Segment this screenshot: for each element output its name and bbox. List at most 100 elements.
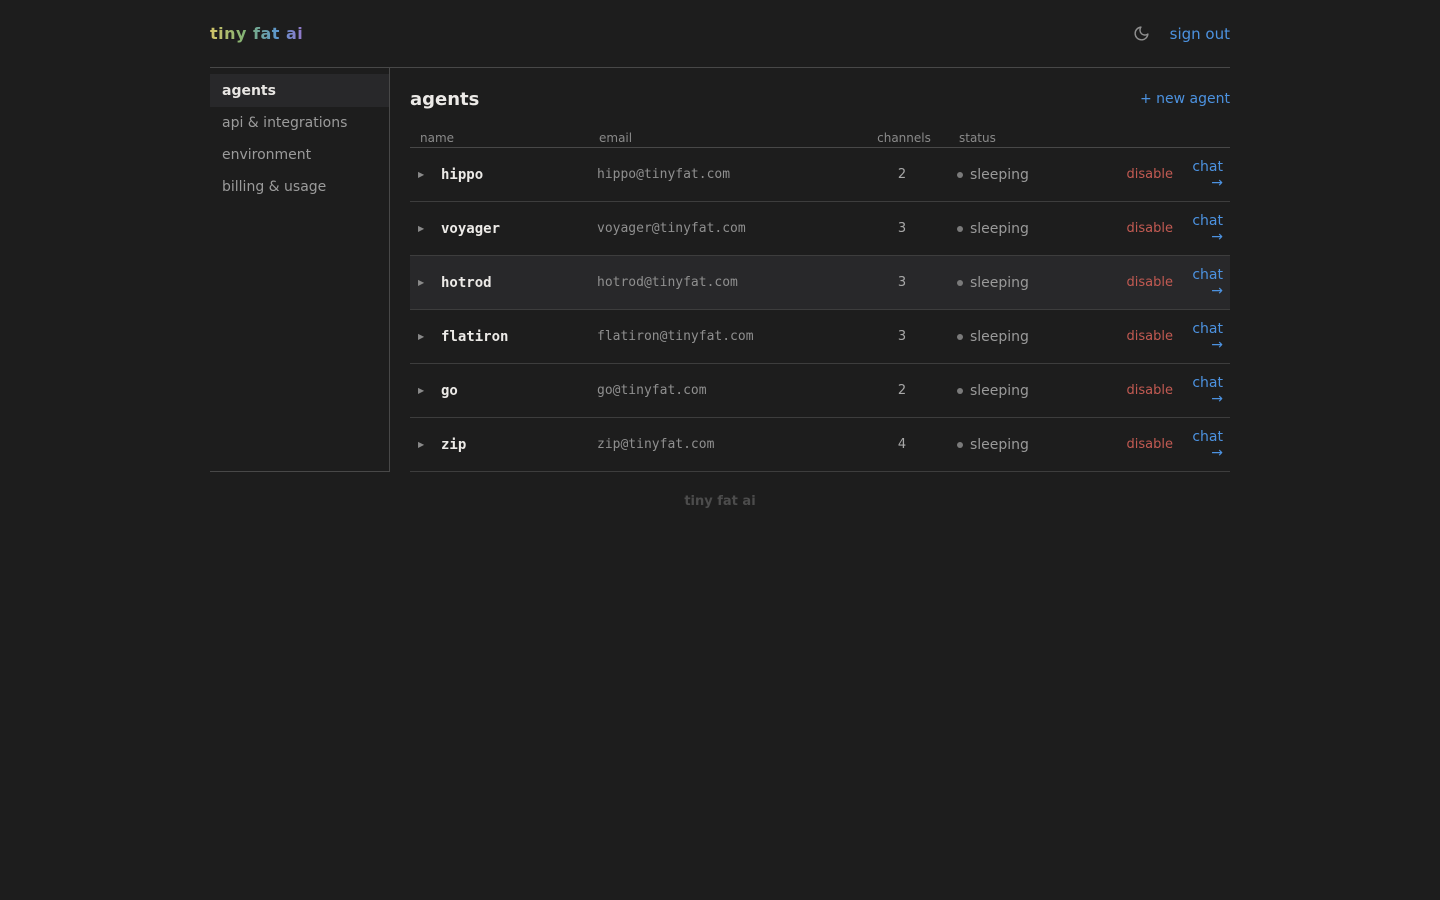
column-header-channels: channels <box>849 131 959 145</box>
chat-arrow-icon: → <box>1175 337 1223 353</box>
chat-link[interactable]: chat→ <box>1175 429 1223 461</box>
sign-out-link[interactable]: sign out <box>1170 25 1230 43</box>
status-label: sleeping <box>970 275 1029 291</box>
chat-arrow-icon: → <box>1175 391 1223 407</box>
table-body: ▶ hippo hippo@tinyfat.com 2 sleeping dis… <box>410 148 1230 472</box>
status-label: sleeping <box>970 221 1029 237</box>
chat-link[interactable]: chat→ <box>1175 159 1223 191</box>
agent-email: voyager@tinyfat.com <box>597 221 847 236</box>
agent-email: go@tinyfat.com <box>597 383 847 398</box>
agent-name: hotrod <box>441 275 597 291</box>
chat-label: chat <box>1192 267 1223 283</box>
table-row: ▶ hotrod hotrod@tinyfat.com 3 sleeping d… <box>410 256 1230 310</box>
page-container: tiny fat ai sign out agents api & integr… <box>210 0 1230 509</box>
agent-name: go <box>441 383 597 399</box>
agent-channels-count: 3 <box>847 275 957 290</box>
status-dot-icon <box>957 442 963 448</box>
expand-caret-icon[interactable]: ▶ <box>418 440 441 449</box>
moon-icon <box>1133 25 1150 42</box>
table-row: ▶ go go@tinyfat.com 2 sleeping disable c… <box>410 364 1230 418</box>
chat-link[interactable]: chat→ <box>1175 321 1223 353</box>
agent-channels-count: 4 <box>847 437 957 452</box>
agent-email: flatiron@tinyfat.com <box>597 329 847 344</box>
chat-arrow-icon: → <box>1175 175 1223 191</box>
theme-toggle-button[interactable] <box>1133 25 1150 42</box>
disable-button[interactable]: disable <box>1127 437 1173 452</box>
agent-email: hippo@tinyfat.com <box>597 167 847 182</box>
expand-caret-icon[interactable]: ▶ <box>418 170 441 179</box>
status-label: sleeping <box>970 329 1029 345</box>
chat-arrow-icon: → <box>1175 229 1223 245</box>
agent-status: sleeping <box>957 221 1115 237</box>
status-label: sleeping <box>970 437 1029 453</box>
table-row: ▶ hippo hippo@tinyfat.com 2 sleeping dis… <box>410 148 1230 202</box>
status-label: sleeping <box>970 383 1029 399</box>
sidebar-item-api-integrations[interactable]: api & integrations <box>210 107 389 139</box>
agent-email: zip@tinyfat.com <box>597 437 847 452</box>
expand-caret-icon[interactable]: ▶ <box>418 224 441 233</box>
agent-channels-count: 3 <box>847 329 957 344</box>
sidebar-item-agents[interactable]: agents <box>210 74 389 107</box>
agent-status: sleeping <box>957 437 1115 453</box>
status-dot-icon <box>957 226 963 232</box>
disable-button[interactable]: disable <box>1127 221 1173 236</box>
table-row: ▶ flatiron flatiron@tinyfat.com 3 sleepi… <box>410 310 1230 364</box>
agent-channels-count: 2 <box>847 167 957 182</box>
sidebar-item-label: agents <box>222 83 276 99</box>
sidebar-item-environment[interactable]: environment <box>210 139 389 171</box>
new-agent-button[interactable]: + new agent <box>1140 91 1230 107</box>
status-dot-icon <box>957 388 963 394</box>
table-header: name email channels status <box>410 128 1230 148</box>
top-bar-actions: sign out <box>1133 25 1230 43</box>
chat-label: chat <box>1192 159 1223 175</box>
sidebar-item-label: environment <box>222 147 311 163</box>
agent-status: sleeping <box>957 383 1115 399</box>
chat-link[interactable]: chat→ <box>1175 213 1223 245</box>
agent-channels-count: 2 <box>847 383 957 398</box>
sidebar-nav: agents api & integrations environment bi… <box>210 68 390 472</box>
expand-caret-icon[interactable]: ▶ <box>418 332 441 341</box>
agent-email: hotrod@tinyfat.com <box>597 275 847 290</box>
status-label: sleeping <box>970 167 1029 183</box>
status-dot-icon <box>957 280 963 286</box>
disable-button[interactable]: disable <box>1127 167 1173 182</box>
table-row: ▶ voyager voyager@tinyfat.com 3 sleeping… <box>410 202 1230 256</box>
agent-name: flatiron <box>441 329 597 345</box>
column-header-email: email <box>599 131 849 145</box>
brand-logo[interactable]: tiny fat ai <box>210 24 303 43</box>
chat-arrow-icon: → <box>1175 283 1223 299</box>
expand-caret-icon[interactable]: ▶ <box>418 386 441 395</box>
agent-name: hippo <box>441 167 597 183</box>
page-title: agents <box>410 89 479 110</box>
agent-name: voyager <box>441 221 597 237</box>
disable-button[interactable]: disable <box>1127 329 1173 344</box>
agent-name: zip <box>441 437 597 453</box>
agent-channels-count: 3 <box>847 221 957 236</box>
chat-link[interactable]: chat→ <box>1175 267 1223 299</box>
footer-brand: tiny fat ai <box>210 494 1230 509</box>
sidebar-item-billing-usage[interactable]: billing & usage <box>210 171 389 203</box>
status-dot-icon <box>957 172 963 178</box>
top-bar: tiny fat ai sign out <box>210 0 1230 67</box>
chat-label: chat <box>1192 321 1223 337</box>
chat-link[interactable]: chat→ <box>1175 375 1223 407</box>
agent-status: sleeping <box>957 275 1115 291</box>
main-panel: agents + new agent name email channels s… <box>390 68 1230 472</box>
main-header: agents + new agent <box>410 88 1230 110</box>
chat-arrow-icon: → <box>1175 445 1223 461</box>
sidebar-item-label: billing & usage <box>222 179 326 195</box>
status-dot-icon <box>957 334 963 340</box>
agent-status: sleeping <box>957 329 1115 345</box>
content-area: agents api & integrations environment bi… <box>210 67 1230 472</box>
table-row: ▶ zip zip@tinyfat.com 4 sleeping disable… <box>410 418 1230 472</box>
disable-button[interactable]: disable <box>1127 275 1173 290</box>
expand-caret-icon[interactable]: ▶ <box>418 278 441 287</box>
column-header-name: name <box>420 131 599 145</box>
sidebar-item-label: api & integrations <box>222 115 347 131</box>
chat-label: chat <box>1192 213 1223 229</box>
column-header-status: status <box>959 131 1223 145</box>
agent-status: sleeping <box>957 167 1115 183</box>
disable-button[interactable]: disable <box>1127 383 1173 398</box>
chat-label: chat <box>1192 375 1223 391</box>
chat-label: chat <box>1192 429 1223 445</box>
